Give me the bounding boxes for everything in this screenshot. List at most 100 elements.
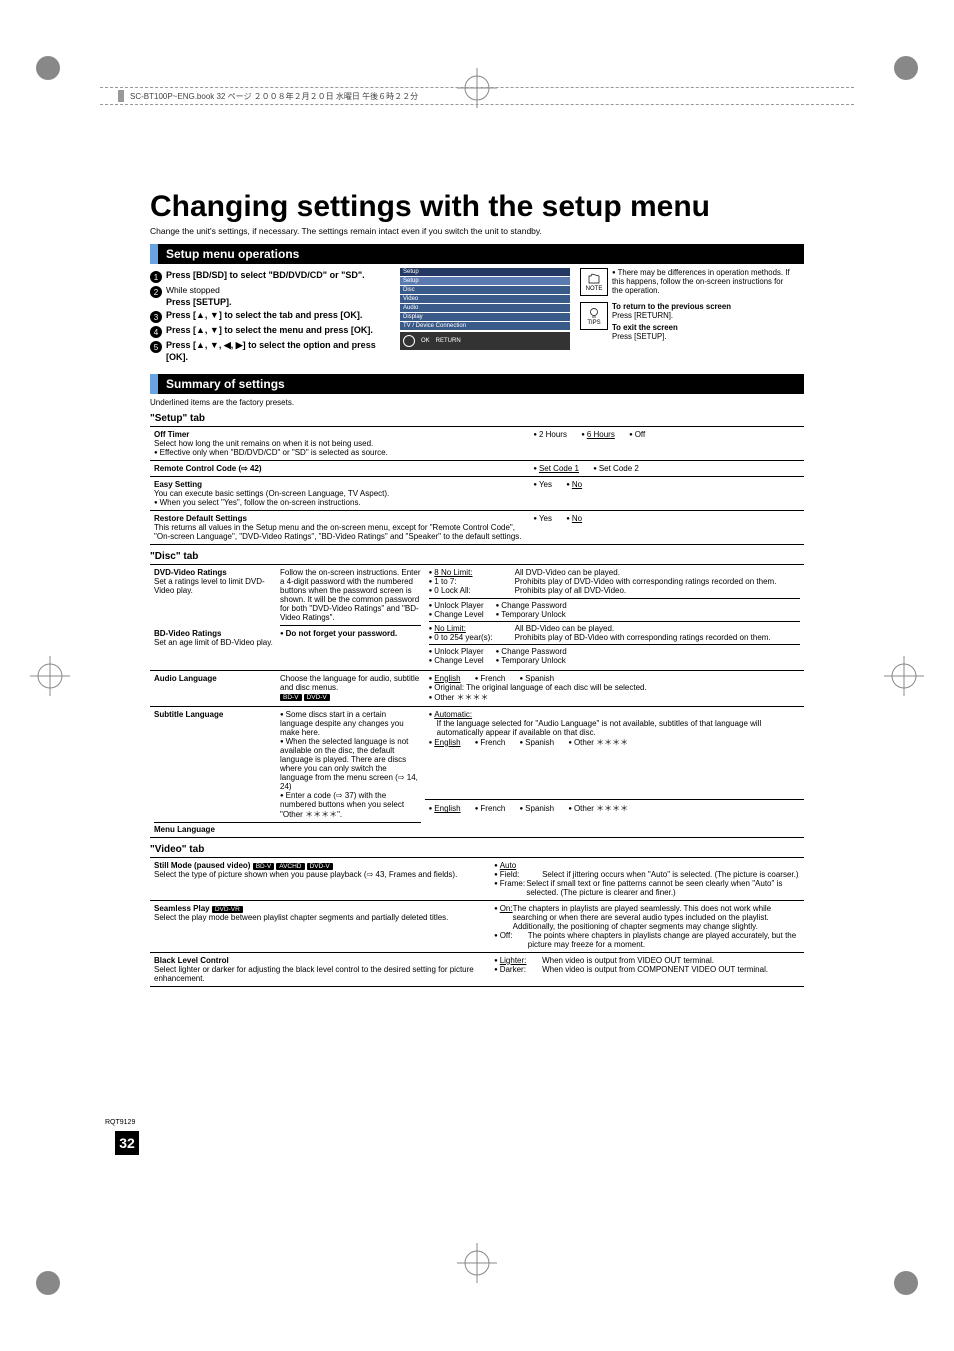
step-text: Press [▲, ▼] to select the menu and pres… <box>166 325 373 335</box>
option-desc: All DVD-Video can be played. <box>515 568 800 577</box>
option-desc: Prohibits play of DVD-Video with corresp… <box>515 577 800 586</box>
option-desc: If the language selected for "Audio Lang… <box>437 719 800 737</box>
option-desc: All BD-Video can be played. <box>515 624 800 633</box>
setting-title: Easy Setting <box>154 480 202 489</box>
setting-title: DVD-Video Ratings <box>154 568 227 577</box>
step-text: Press [BD/SD] to select "BD/DVD/CD" or "… <box>166 270 365 280</box>
option: Spanish <box>520 674 555 683</box>
page-subtitle: Change the unit's settings, if necessary… <box>150 226 804 236</box>
option-default: Auto <box>500 861 516 870</box>
option-default: English <box>434 674 460 683</box>
setting-title: Off Timer <box>154 430 189 439</box>
crop-mark <box>30 1265 66 1301</box>
option: French <box>475 738 506 747</box>
step-text: Press [▲, ▼, ◀, ▶] to select the option … <box>166 340 376 362</box>
setting-title: Menu Language <box>154 825 215 834</box>
option: Change Level <box>429 656 484 665</box>
option-desc: The points where chapters in playlists c… <box>528 931 800 949</box>
badge: AVCHD <box>276 863 304 870</box>
option-desc: Select if small text or fine patterns ca… <box>526 879 800 897</box>
step-number: 2 <box>150 286 162 298</box>
tab-video: "Video" tab <box>150 844 804 855</box>
option: 0 to 254 year(s): <box>434 633 492 642</box>
setting-desc: Select how long the unit remains on when… <box>154 439 373 448</box>
setting-desc: You can execute basic settings (On-scree… <box>154 489 389 498</box>
crop-cross <box>457 1243 497 1283</box>
setting-desc: Select lighter or darker for adjusting t… <box>154 965 474 983</box>
note-text: There may be differences in operation me… <box>612 268 790 295</box>
setting-desc: Effective only when "BD/DVD/CD" or "SD" … <box>160 448 388 457</box>
option: Off: <box>500 931 513 940</box>
option: Spanish <box>520 738 555 747</box>
menu-item: Disc <box>400 286 570 294</box>
badge: DVD-V <box>307 863 333 870</box>
disc-icon <box>403 335 415 347</box>
option: Off <box>629 430 645 439</box>
option: Darker: <box>500 965 526 974</box>
option: French <box>475 674 506 683</box>
setting-desc: This returns all values in the Setup men… <box>154 523 522 541</box>
menu-item: Display <box>400 313 570 321</box>
setting-desc: Enter a code (⇨ 37) with the numbered bu… <box>280 791 404 819</box>
option-default: No <box>572 514 582 523</box>
option-desc: When video is output from VIDEO OUT term… <box>542 956 714 965</box>
option: Change Level <box>429 610 484 619</box>
setting-title: Seamless Play <box>154 904 210 913</box>
option-desc: Prohibits play of all DVD-Video. <box>515 586 800 595</box>
option-default: Lighter: <box>500 956 527 965</box>
setting-desc: Set an age limit of BD-Video play. <box>154 638 273 647</box>
menu-item: Audio <box>400 304 570 312</box>
option-default: English <box>434 804 460 813</box>
option: 0 Lock All: <box>434 586 470 595</box>
option-default: English <box>434 738 460 747</box>
setting-desc: Select the type of picture shown when yo… <box>154 870 457 879</box>
option-desc: When video is output from COMPONENT VIDE… <box>542 965 768 974</box>
setting-desc: Choose the language for audio, subtitle … <box>280 674 419 692</box>
option-default: 6 Hours <box>587 430 615 439</box>
option: Change Password <box>496 647 567 656</box>
ok-label: OK <box>421 338 430 344</box>
option-default: No Limit: <box>434 624 466 633</box>
setting-desc: Select the play mode between playlist ch… <box>154 913 448 922</box>
menu-title: Setup <box>400 268 570 276</box>
setting-title: Audio Language <box>154 674 217 683</box>
note-icon: NOTE <box>580 268 608 296</box>
setting-title: Subtitle Language <box>154 710 223 719</box>
section-setup-ops: Setup menu operations <box>150 244 804 264</box>
option: Yes <box>533 514 552 523</box>
menu-item: Video <box>400 295 570 303</box>
option: Frame: <box>500 879 525 888</box>
option: Yes <box>533 480 552 489</box>
option: Temporary Unlock <box>496 610 566 619</box>
tip-title: To return to the previous screen <box>612 302 731 311</box>
tab-disc: "Disc" tab <box>150 551 804 562</box>
option-desc: Select if jittering occurs when "Auto" i… <box>542 870 798 879</box>
option: Other ＊＊＊＊ <box>568 803 628 814</box>
option-default: 8 No Limit: <box>434 568 472 577</box>
option: Field: <box>500 870 520 879</box>
step-text: Press [▲, ▼] to select the tab and press… <box>166 310 362 320</box>
tab-setup: "Setup" tab <box>150 413 804 424</box>
step-number: 5 <box>150 341 162 353</box>
option: Spanish <box>520 804 555 813</box>
preset-note: Underlined items are the factory presets… <box>150 398 804 407</box>
menu-item: TV / Device Connection <box>400 322 570 330</box>
tips-icon: TIPS <box>580 302 608 330</box>
step-number: 3 <box>150 311 162 323</box>
setting-desc: Do not forget your password. <box>286 629 398 638</box>
setting-title: BD-Video Ratings <box>154 629 221 638</box>
badge: DVD-VR <box>212 906 243 913</box>
option-default: On: <box>500 904 513 913</box>
setup-table: Off Timer Select how long the unit remai… <box>150 426 804 545</box>
setting-desc: Follow the on-screen instructions. Enter… <box>280 568 421 622</box>
setting-title: Restore Default Settings <box>154 514 247 523</box>
tip-body: Press [SETUP]. <box>612 332 667 341</box>
steps-list: 1Press [BD/SD] to select "BD/DVD/CD" or … <box>150 268 390 366</box>
return-label: RETURN <box>436 338 461 344</box>
option: Other ＊＊＊＊ <box>429 692 489 703</box>
setting-desc: Some discs start in a certain language d… <box>280 710 404 737</box>
menu-item: Setup <box>400 277 570 285</box>
option: 2 Hours <box>533 430 567 439</box>
video-table: Still Mode (paused video) BD-VAVCHDDVD-V… <box>150 857 804 987</box>
setting-title: Black Level Control <box>154 956 229 965</box>
